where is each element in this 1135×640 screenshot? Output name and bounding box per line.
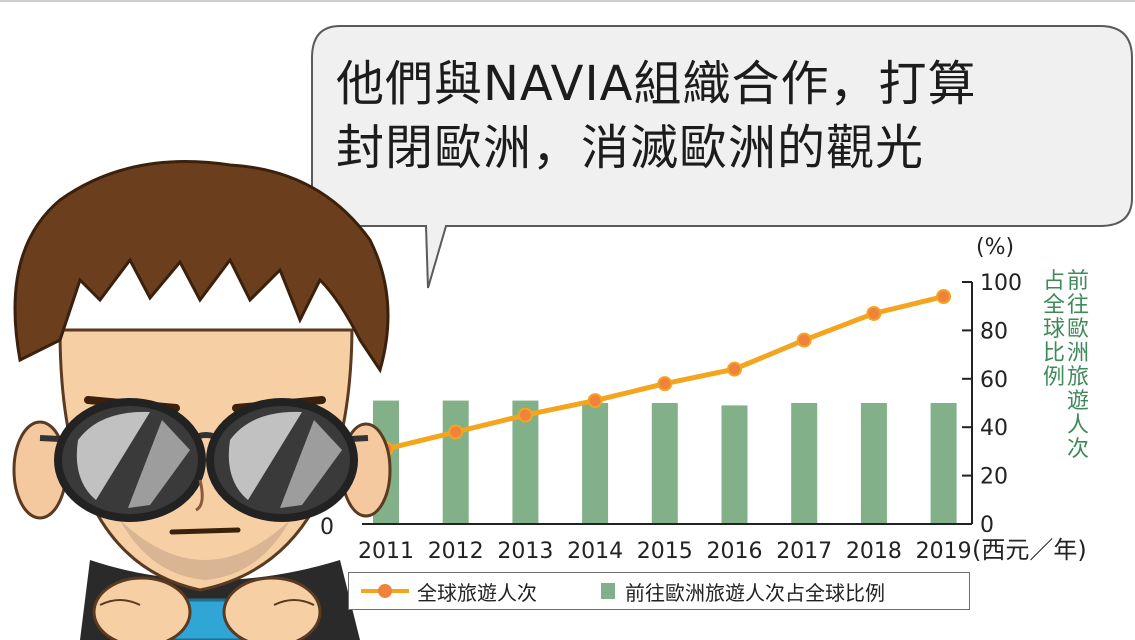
right-title-char: 球 bbox=[1043, 317, 1065, 342]
line-point-2015 bbox=[657, 376, 673, 392]
x-tick-label-2013: 2013 bbox=[497, 539, 553, 564]
line-point-2018 bbox=[866, 305, 882, 321]
bar-2014 bbox=[582, 403, 609, 524]
y-tick-label-80: 80 bbox=[980, 319, 1008, 344]
x-tick-label-2017: 2017 bbox=[776, 539, 832, 564]
left-axis-zero-label: 0 bbox=[320, 515, 334, 540]
y-tick-label-100: 100 bbox=[980, 271, 1022, 296]
xlabels-layer: 2011 2012 2013 2014 2015 2016 2017 2018 2019 bbox=[358, 539, 972, 564]
right-title-char: 次 bbox=[1067, 437, 1089, 462]
x-tick-label-2016: 2016 bbox=[707, 539, 763, 564]
right-title-char: 旅 bbox=[1067, 365, 1089, 390]
bar-2019 bbox=[930, 403, 957, 524]
speech-bubble-line-1: 他們與NAVIA組織合作，打算 bbox=[336, 56, 977, 112]
x-tick-label-2014: 2014 bbox=[567, 539, 623, 564]
line-point-2017 bbox=[796, 332, 812, 348]
legend-label-bar: 前往歐洲旅遊人次占全球比例 bbox=[625, 580, 885, 605]
x-tick-label-2011: 2011 bbox=[358, 539, 414, 564]
y-unit-label: (%) bbox=[976, 235, 1014, 260]
x-tick-label-2012: 2012 bbox=[428, 539, 484, 564]
legend-label-line: 全球旅遊人次 bbox=[417, 580, 537, 605]
chart-legend: 全球旅遊人次 前往歐洲旅遊人次占全球比例 bbox=[348, 572, 970, 610]
line-point-2012 bbox=[448, 424, 464, 440]
right-title-char: 遊 bbox=[1067, 389, 1089, 414]
x-unit-label: (西元／年) bbox=[972, 536, 1087, 564]
x-tick-label-2018: 2018 bbox=[846, 539, 902, 564]
y-tick-label-0: 0 bbox=[980, 513, 994, 538]
bars-layer bbox=[373, 400, 957, 524]
line-point-2014 bbox=[587, 393, 603, 409]
line-point-2016 bbox=[727, 361, 742, 377]
right-title-char: 比 bbox=[1043, 341, 1065, 366]
y-tick-label-40: 40 bbox=[980, 416, 1008, 441]
legend-bar-symbol bbox=[601, 583, 615, 599]
legend-line-symbol bbox=[361, 581, 409, 601]
speech-bubble-line-2: 封閉歐洲，消滅歐洲的觀光 bbox=[336, 120, 925, 176]
legend-item-bar: 前往歐洲旅遊人次占全球比例 bbox=[537, 577, 885, 606]
legend-item-line: 全球旅遊人次 bbox=[349, 577, 537, 606]
right-title-char: 往 bbox=[1067, 293, 1089, 318]
x-tick-label-2015: 2015 bbox=[637, 539, 693, 564]
bar-2015 bbox=[651, 403, 678, 524]
right-title-char: 人 bbox=[1067, 413, 1089, 438]
line-point-2013 bbox=[517, 407, 533, 423]
right-title-char: 洲 bbox=[1067, 341, 1089, 366]
bar-2012 bbox=[442, 400, 469, 524]
right-title-char: 占 bbox=[1043, 269, 1065, 294]
sunglasses-cartoon-man-avatar bbox=[12, 160, 392, 640]
bar-2016 bbox=[721, 405, 748, 524]
right-title-char: 例 bbox=[1043, 365, 1065, 390]
line-point-2019 bbox=[936, 289, 952, 305]
x-tick-label-2019: 2019 bbox=[916, 539, 972, 564]
y-tick-label-60: 60 bbox=[980, 368, 1008, 393]
right-title-char: 前 bbox=[1067, 269, 1089, 294]
bar-2017 bbox=[791, 403, 818, 524]
y-tick-label-20: 20 bbox=[980, 465, 1008, 490]
right-axis-title: 前往歐洲旅遊人次 占全球比例 bbox=[1043, 269, 1089, 462]
stage: 0 20 40 60 80 100 2011 2012 2013 2014 2015 2016 201… bbox=[0, 0, 1135, 640]
speech-bubble-text: 他們與NAVIA組織合作，打算 封閉歐洲，消滅歐洲的觀光 bbox=[336, 52, 1116, 180]
right-title-char: 歐 bbox=[1067, 317, 1089, 342]
bar-2018 bbox=[860, 403, 887, 524]
right-title-char: 全 bbox=[1043, 293, 1065, 318]
